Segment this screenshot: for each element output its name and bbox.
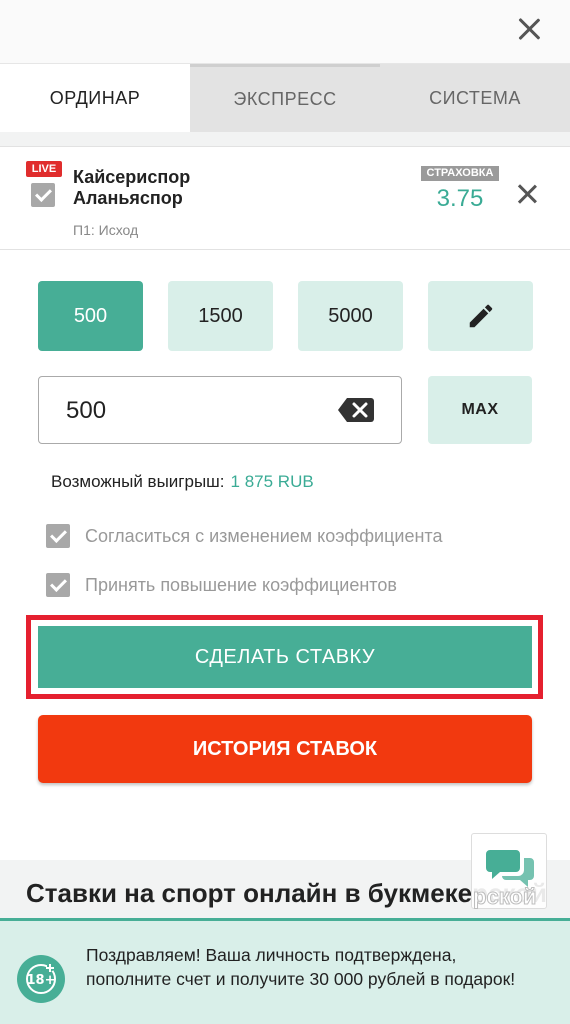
promo-heading: Ставки на спорт онлайн в букмекерской [26, 878, 548, 908]
quick-stake-500[interactable]: 500 [38, 281, 143, 351]
chat-icon [486, 850, 534, 887]
live-badge: LIVE [26, 161, 62, 177]
bet-history-button[interactable]: ИСТОРИЯ СТАВОК [38, 715, 532, 783]
tab-single[interactable]: ОРДИНАР [0, 64, 190, 132]
stake-input[interactable]: 500 [38, 376, 402, 444]
insurance-badge[interactable]: СТРАХОВКА [421, 166, 499, 181]
bet-coefficient: 3.75 [436, 185, 484, 212]
option-accept-changes[interactable]: Согласиться с изменением коэффициента [46, 524, 442, 548]
tab-system[interactable]: СИСТЕМА [380, 64, 570, 132]
max-stake-button[interactable]: MAX [428, 376, 532, 444]
age-badge-text: 18+ [27, 973, 56, 988]
winnings-amount: 1 875 RUB [230, 472, 314, 491]
chat-overlay-text: рской [473, 884, 537, 910]
team-away: Аланьяспор [73, 188, 183, 208]
quick-stake-1500[interactable]: 1500 [168, 281, 273, 351]
top-bar [0, 0, 570, 64]
bet-select-checkbox[interactable] [31, 183, 55, 207]
backspace-icon[interactable] [337, 397, 375, 423]
team-home: Кайсериспор [73, 167, 191, 187]
winnings-label: Возможный выигрыш: [51, 472, 225, 491]
bet-type-tabs: ОРДИНАР ЭКСПРЕСС СИСТЕМА [0, 64, 570, 132]
tab-express[interactable]: ЭКСПРЕСС [190, 64, 380, 132]
quick-stake-5000[interactable]: 5000 [298, 281, 403, 351]
option-accept-increase[interactable]: Принять повышение коэффициентов [46, 573, 397, 597]
bet-market: П1: Исход [73, 222, 139, 238]
close-icon[interactable] [514, 14, 544, 44]
age-18-icon: 18+ [17, 955, 65, 1003]
accept-increase-checkbox[interactable] [46, 573, 70, 597]
remove-bet-icon[interactable] [512, 179, 542, 209]
accept-changes-label: Согласиться с изменением коэффициента [85, 525, 443, 546]
event-teams: Кайсериспор Аланьяспор [73, 167, 190, 209]
bet-slip-item: LIVE Кайсериспор Аланьяспор П1: Исход СТ… [0, 146, 570, 250]
notice-text: Поздравляем! Ваша личность подтверждена,… [86, 945, 516, 989]
possible-winnings: Возможный выигрыш: 1 875 RUB [51, 472, 314, 492]
accept-changes-checkbox[interactable] [46, 524, 70, 548]
stake-form: 500 1500 5000 500 MAX Возможный выигрыш:… [0, 250, 570, 860]
verification-notice: 18+ Поздравляем! Ваша личность подтвержд… [0, 918, 570, 1024]
stake-value: 500 [66, 397, 107, 424]
edit-stakes-button[interactable] [428, 281, 533, 351]
pencil-icon [469, 304, 492, 328]
accept-increase-label: Принять повышение коэффициентов [85, 574, 397, 595]
place-bet-button[interactable]: СДЕЛАТЬ СТАВКУ [38, 626, 532, 688]
